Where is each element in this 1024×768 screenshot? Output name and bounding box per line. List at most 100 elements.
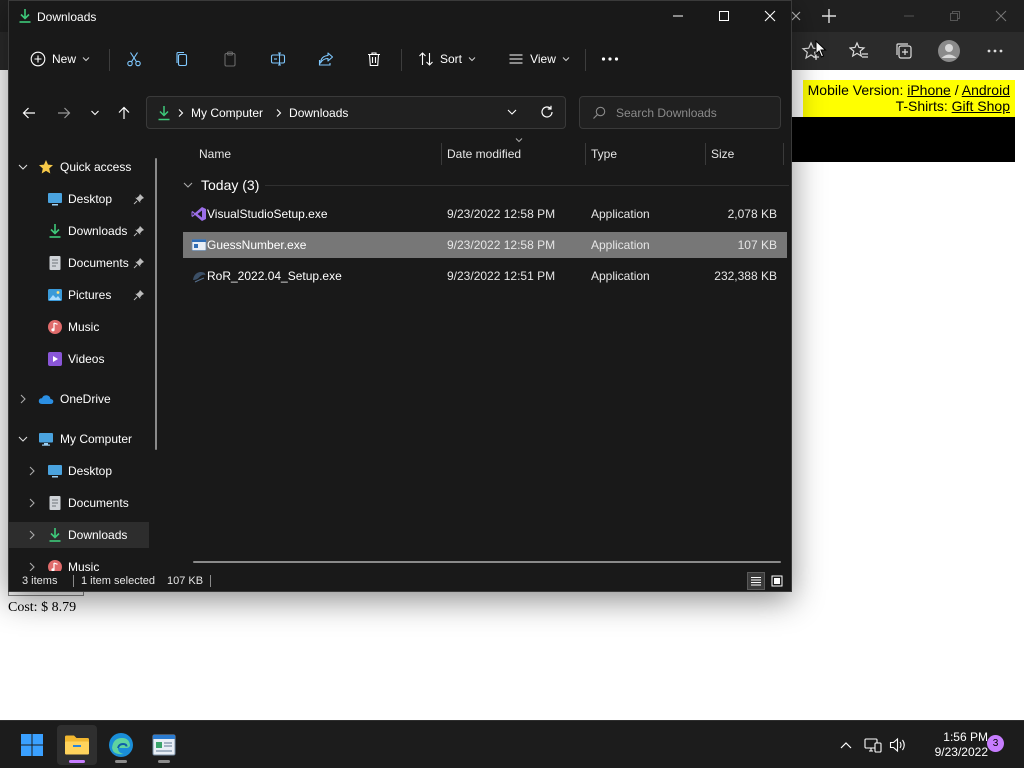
recent-locations-button[interactable] <box>82 100 108 126</box>
sidebar-item-label: My Computer <box>60 432 133 446</box>
sort-button[interactable]: Sort <box>411 44 483 74</box>
large-icons-view-icon <box>771 575 783 587</box>
collections-icon[interactable] <box>889 36 919 66</box>
sidebar-item-music-quick[interactable]: Music <box>9 314 149 340</box>
chevron-right-icon[interactable] <box>18 394 28 404</box>
back-button[interactable] <box>16 100 42 126</box>
chevron-right-icon[interactable] <box>27 562 37 571</box>
volume-icon[interactable] <box>888 735 908 755</box>
favorites-icon[interactable] <box>844 36 874 66</box>
refresh-icon[interactable] <box>540 105 554 119</box>
copy-button[interactable] <box>167 44 197 74</box>
pin-icon[interactable] <box>133 193 145 205</box>
system-clock[interactable]: 1:56 PM 9/23/2022 <box>908 730 988 760</box>
chevron-down-icon[interactable] <box>18 162 28 172</box>
sidebar-item-my-computer[interactable]: My Computer <box>9 426 149 452</box>
gift-shop-link[interactable]: Gift Shop <box>952 98 1010 114</box>
column-header-type[interactable]: Type <box>591 137 617 171</box>
taskbar-app-window[interactable] <box>144 725 184 765</box>
forward-button[interactable] <box>51 100 77 126</box>
new-tab-icon[interactable] <box>818 5 840 27</box>
column-divider[interactable] <box>585 143 586 165</box>
delete-button[interactable] <box>359 44 389 74</box>
notification-badge[interactable]: 3 <box>987 735 1004 752</box>
paste-button[interactable] <box>215 44 245 74</box>
clock-time: 1:56 PM <box>943 730 988 744</box>
start-button[interactable] <box>12 725 52 765</box>
view-button[interactable]: View <box>499 44 579 74</box>
pin-icon[interactable] <box>133 289 145 301</box>
chevron-right-icon[interactable] <box>27 498 37 508</box>
profile-avatar-icon[interactable] <box>934 36 964 66</box>
sidebar-item-label: Desktop <box>68 192 113 206</box>
search-input[interactable] <box>616 105 766 120</box>
column-header-name[interactable]: Name <box>199 137 231 171</box>
sidebar-item-label: Downloads <box>68 224 128 238</box>
column-divider[interactable] <box>441 143 442 165</box>
taskbar-edge[interactable] <box>101 725 141 765</box>
sidebar-scrollbar[interactable] <box>155 158 157 450</box>
large-icons-view-button[interactable] <box>768 572 786 590</box>
network-icon[interactable] <box>863 735 883 755</box>
show-hidden-icons-button[interactable] <box>836 735 856 755</box>
chevron-right-icon[interactable] <box>27 466 37 476</box>
sidebar-item-desktop[interactable]: Desktop <box>9 458 149 484</box>
sidebar-item-onedrive[interactable]: OneDrive <box>9 386 149 412</box>
group-header-today[interactable]: Today (3) <box>183 175 259 195</box>
chevron-right-icon[interactable] <box>27 530 37 540</box>
file-row-visualstudiosetup[interactable]: VisualStudioSetup.exe 9/23/2022 12:58 PM… <box>183 201 787 227</box>
close-button[interactable] <box>747 1 793 31</box>
maximize-button[interactable] <box>701 1 747 31</box>
sidebar-item-pictures-pinned[interactable]: Pictures <box>9 282 149 308</box>
file-row-guessnumber[interactable]: GuessNumber.exe 9/23/2022 12:58 PM Appli… <box>183 232 787 258</box>
sidebar-item-desktop-pinned[interactable]: Desktop <box>9 186 149 212</box>
sidebar-item-quick-access[interactable]: Quick access <box>9 154 149 180</box>
see-more-button[interactable] <box>595 44 625 74</box>
column-header-size[interactable]: Size <box>711 137 734 171</box>
sidebar-item-label: Videos <box>68 352 105 366</box>
address-bar[interactable]: My Computer Downloads <box>146 96 566 129</box>
column-divider[interactable] <box>705 143 706 165</box>
pin-icon[interactable] <box>133 225 145 237</box>
search-box[interactable] <box>579 96 781 129</box>
horizontal-scrollbar[interactable] <box>193 561 781 563</box>
share-button[interactable] <box>311 44 341 74</box>
new-button[interactable]: New <box>23 44 97 74</box>
minimize-button[interactable] <box>655 1 701 31</box>
cut-button[interactable] <box>119 44 149 74</box>
browser-restore-icon[interactable] <box>932 0 978 32</box>
toolbar-divider <box>585 49 586 71</box>
iphone-link[interactable]: iPhone <box>907 82 951 98</box>
documents-icon <box>47 255 63 271</box>
breadcrumb-downloads[interactable]: Downloads <box>289 106 348 120</box>
breadcrumb-my-computer[interactable]: My Computer <box>191 106 263 120</box>
sidebar-item-downloads[interactable]: Downloads <box>9 522 149 548</box>
details-view-button[interactable] <box>747 572 765 590</box>
column-header-date[interactable]: Date modified <box>447 137 521 171</box>
rename-button[interactable] <box>263 44 293 74</box>
sidebar-item-music[interactable]: Music <box>9 554 149 571</box>
more-menu-icon[interactable] <box>980 36 1010 66</box>
sidebar-item-videos[interactable]: Videos <box>9 346 149 372</box>
chevron-down-icon[interactable] <box>18 434 28 444</box>
toolbar-divider <box>109 49 110 71</box>
up-button[interactable] <box>111 100 137 126</box>
browser-close-icon[interactable] <box>978 0 1024 32</box>
sidebar-item-documents-pinned[interactable]: Documents <box>9 250 149 276</box>
file-row-ror-setup[interactable]: RoR_2022.04_Setup.exe 9/23/2022 12:51 PM… <box>183 263 787 289</box>
sidebar-item-label: Music <box>68 320 100 334</box>
address-dropdown-icon[interactable] <box>507 107 517 117</box>
sidebar-item-documents[interactable]: Documents <box>9 490 149 516</box>
sidebar-item-downloads-pinned[interactable]: Downloads <box>9 218 149 244</box>
sidebar-item-label: Downloads <box>68 528 128 542</box>
android-link[interactable]: Android <box>962 82 1010 98</box>
taskbar-file-explorer[interactable] <box>57 725 97 765</box>
file-date: 9/23/2022 12:58 PM <box>447 207 556 221</box>
address-downloads-icon <box>157 105 171 121</box>
title-bar[interactable]: Downloads <box>9 1 791 33</box>
tshirts-label: T-Shirts: <box>895 98 948 114</box>
pin-icon[interactable] <box>133 257 145 269</box>
status-divider <box>73 575 74 587</box>
browser-minimize-icon[interactable] <box>886 0 932 32</box>
column-divider[interactable] <box>783 143 784 165</box>
